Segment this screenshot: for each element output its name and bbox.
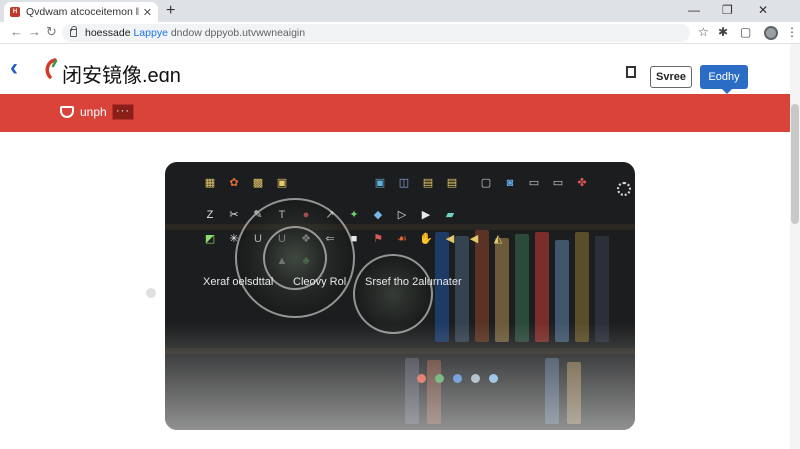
book-spine xyxy=(405,358,419,424)
extension-icon[interactable]: ✱ xyxy=(718,26,728,39)
apps-icon: ▦ xyxy=(204,177,216,189)
profile-avatar[interactable] xyxy=(764,26,778,40)
star-icon[interactable]: ☆ xyxy=(698,26,709,39)
book-spine xyxy=(567,362,581,424)
book-spine xyxy=(575,232,589,342)
camera-lens xyxy=(353,254,433,334)
red-banner: unph ··· xyxy=(0,94,790,132)
forward-arrow-icon[interactable]: → xyxy=(28,25,41,39)
pointer-icon: ◀ xyxy=(469,233,479,245)
book-spine xyxy=(495,238,509,342)
color-palette-icon: ✤ xyxy=(577,177,587,189)
url-rest: dndow dppyob.utvwwneaigin xyxy=(170,27,306,39)
site-title: 闭安镜像.eɑn xyxy=(62,65,181,87)
site-logo-icon xyxy=(45,58,58,79)
z-icon: Z xyxy=(206,209,214,221)
tab-title: Qvdwam atcoceitemon lhuch xyxy=(26,6,139,18)
gear-icon xyxy=(617,182,631,196)
indicator-dot xyxy=(435,374,444,383)
photo-caption: Srsef tho 2alurnater xyxy=(365,276,462,288)
indicator-dot xyxy=(471,374,480,383)
leaf-icon: ✦ xyxy=(349,209,359,221)
close-window-icon[interactable]: ✕ xyxy=(758,3,768,17)
play-icon: ▶ xyxy=(421,209,431,221)
minimize-window-icon[interactable]: — xyxy=(688,3,700,17)
sidebar-icon[interactable]: ▢ xyxy=(740,26,751,39)
fire-icon: ☙ xyxy=(397,233,407,245)
flag-icon: ⚑ xyxy=(373,233,383,245)
back-arrow-icon[interactable]: ← xyxy=(10,25,23,39)
site-header: ‹ 闭安镜像.eɑn Svree Eodhy xyxy=(0,44,790,94)
photo-caption: Cleovy Rol xyxy=(293,276,347,288)
shield-icon xyxy=(60,106,74,118)
book-spine xyxy=(427,360,441,424)
apply-button[interactable]: Eodhy xyxy=(700,65,748,94)
banner-label[interactable]: unph xyxy=(80,105,107,119)
photo-icon-row: ▦ ✿ ▩ ▣ xyxy=(201,176,297,190)
favicon-icon: H xyxy=(10,7,20,17)
indicator-dot xyxy=(453,374,462,383)
book-spine xyxy=(475,230,489,342)
book-spine xyxy=(515,234,529,342)
play-icon: ▷ xyxy=(397,209,407,221)
refresh-icon[interactable]: ↻ xyxy=(46,25,57,39)
photo-icon-row: ▣ ◫ ▤ ▤ xyxy=(371,176,467,190)
bookmark-icon[interactable] xyxy=(626,66,636,78)
grid-icon: ▩ xyxy=(252,177,264,189)
close-tab-icon[interactable]: ✕ xyxy=(143,6,152,19)
note-icon: ▤ xyxy=(422,177,434,189)
url-text: hoessade Lappye dndow dppyob.utvwwneaigi… xyxy=(85,27,305,39)
book-spine xyxy=(535,232,549,342)
book-spine xyxy=(595,236,609,342)
pointer-icon: ◀ xyxy=(445,233,455,245)
indicator-dot xyxy=(489,374,498,383)
image-icon: ▣ xyxy=(276,177,288,189)
swirl-icon: ✿ xyxy=(229,177,239,189)
more-options-button[interactable]: ··· xyxy=(112,104,134,120)
main-photo: ▦ ✿ ▩ ▣ ▣ ◫ ▤ ▤ ▢ ◙ ▭ ▭ ✤ Z ✂ ✎ T ● ↗ ✦ … xyxy=(165,162,635,430)
book-spine xyxy=(555,240,569,342)
book-spine xyxy=(545,358,559,424)
address-bar[interactable]: hoessade Lappye dndow dppyob.utvwwneaigi… xyxy=(62,24,690,42)
restore-window-icon[interactable]: ❐ xyxy=(722,3,733,17)
url-highlight: Lappye xyxy=(133,27,168,39)
monitor-icon: ▭ xyxy=(552,177,564,189)
frame-icon: ▢ xyxy=(480,177,492,189)
gesture-icon: ✋ xyxy=(419,233,433,245)
landscape-icon: ▰ xyxy=(445,209,455,221)
scrollbar-thumb[interactable] xyxy=(791,104,799,224)
new-tab-button[interactable]: + xyxy=(166,3,175,19)
folder-icon: ▭ xyxy=(528,177,540,189)
carousel-dot[interactable] xyxy=(146,288,156,298)
browser-tab[interactable]: H Qvdwam atcoceitemon lhuch ✕ xyxy=(4,2,158,22)
lock-icon[interactable] xyxy=(70,26,77,37)
save-button[interactable]: Svree xyxy=(650,66,692,88)
page-scrollbar[interactable] xyxy=(790,44,800,449)
tag-icon: ◩ xyxy=(204,233,216,245)
camera-icon: ◙ xyxy=(506,177,514,189)
kebab-menu-icon[interactable]: ⋮ xyxy=(786,26,798,39)
book-spine xyxy=(455,236,469,342)
note-icon: ▤ xyxy=(446,177,458,189)
tools-icon: ✂ xyxy=(229,209,239,221)
box-icon: ▣ xyxy=(374,177,386,189)
browser-toolbar: ← → ↻ hoessade Lappye dndow dppyob.utvww… xyxy=(0,22,800,44)
url-prefix: hoessade xyxy=(85,27,131,39)
fish-icon: ◆ xyxy=(373,209,383,221)
back-button[interactable]: ‹ xyxy=(10,56,18,80)
photo-icon-row: ▢ ◙ ▭ ▭ ✤ xyxy=(477,176,597,190)
window-icon: ◫ xyxy=(398,177,410,189)
drop-icon: ◭ xyxy=(493,233,503,245)
indicator-dot xyxy=(417,374,426,383)
browser-tab-strip: H Qvdwam atcoceitemon lhuch ✕ + — ❐ ✕ xyxy=(0,0,800,22)
bookshelf-plank xyxy=(165,348,635,354)
bookshelf-plank xyxy=(165,224,635,230)
photo-caption: Xeraf oelsdttal xyxy=(203,276,274,288)
